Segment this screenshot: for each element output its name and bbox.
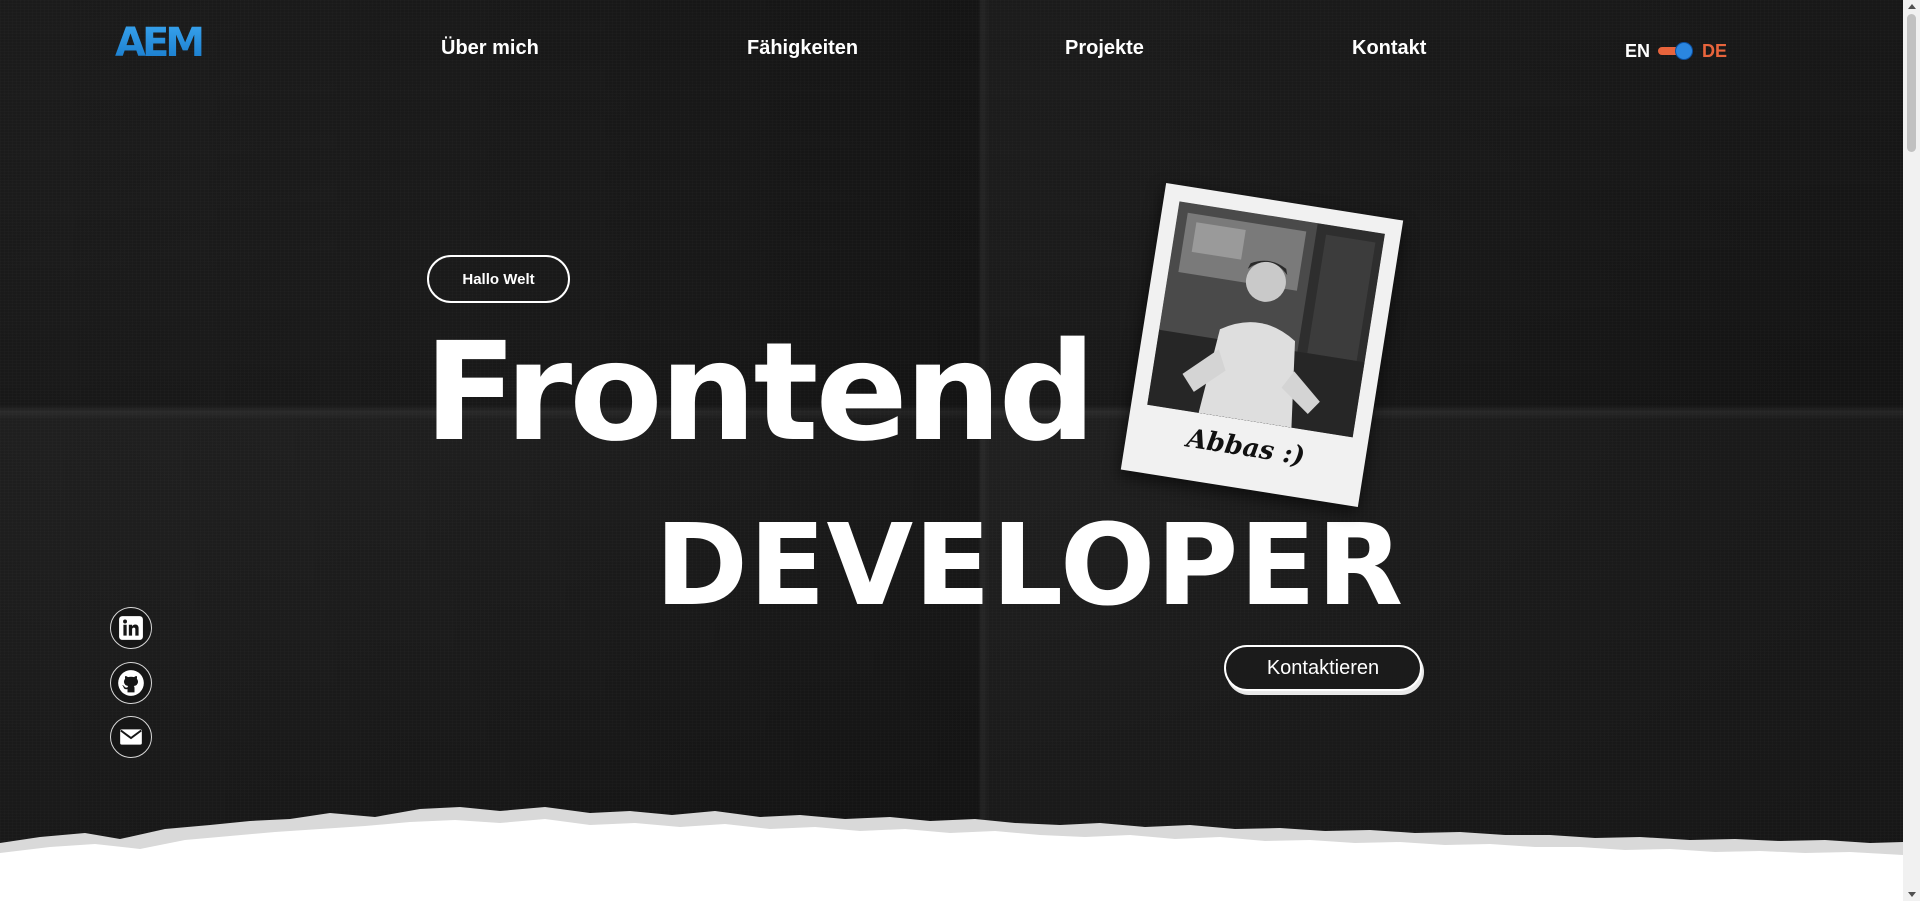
scroll-down-icon[interactable] bbox=[1908, 892, 1916, 897]
nav-link-projects[interactable]: Projekte bbox=[1065, 37, 1144, 60]
person-illustration bbox=[1147, 201, 1385, 438]
greeting-badge: Hallo Welt bbox=[427, 255, 570, 303]
scrollbar-thumb[interactable] bbox=[1907, 14, 1916, 152]
nav-link-about[interactable]: Über mich bbox=[441, 37, 539, 60]
torn-paper-divider bbox=[0, 807, 1903, 901]
logo-aem[interactable]: AEM bbox=[115, 22, 221, 62]
page-scrollbar[interactable] bbox=[1903, 0, 1920, 901]
hero-section: AEM Über mich Fähigkeiten Projekte Konta… bbox=[0, 0, 1903, 901]
scroll-up-icon[interactable] bbox=[1908, 4, 1916, 9]
github-link[interactable] bbox=[110, 662, 152, 704]
contact-button[interactable]: Kontaktieren bbox=[1224, 645, 1422, 691]
github-icon bbox=[118, 670, 144, 696]
language-toggle[interactable] bbox=[1658, 42, 1694, 60]
lang-label-en[interactable]: EN bbox=[1625, 41, 1650, 62]
lang-label-de[interactable]: DE bbox=[1702, 41, 1727, 62]
nav-link-contact[interactable]: Kontakt bbox=[1352, 37, 1426, 60]
mail-link[interactable] bbox=[110, 716, 152, 758]
nav-link-skills[interactable]: Fähigkeiten bbox=[747, 37, 858, 60]
mail-icon bbox=[120, 729, 142, 745]
hero-title-frontend: Frontend bbox=[424, 314, 1096, 472]
toggle-knob bbox=[1675, 42, 1693, 60]
profile-polaroid: Abbas :) bbox=[1120, 183, 1404, 507]
hero-title-developer: DEVELOPER bbox=[655, 501, 1405, 631]
linkedin-icon bbox=[119, 616, 143, 640]
linkedin-link[interactable] bbox=[110, 607, 152, 649]
logo-text: AEM bbox=[115, 22, 202, 62]
profile-photo bbox=[1147, 201, 1385, 438]
